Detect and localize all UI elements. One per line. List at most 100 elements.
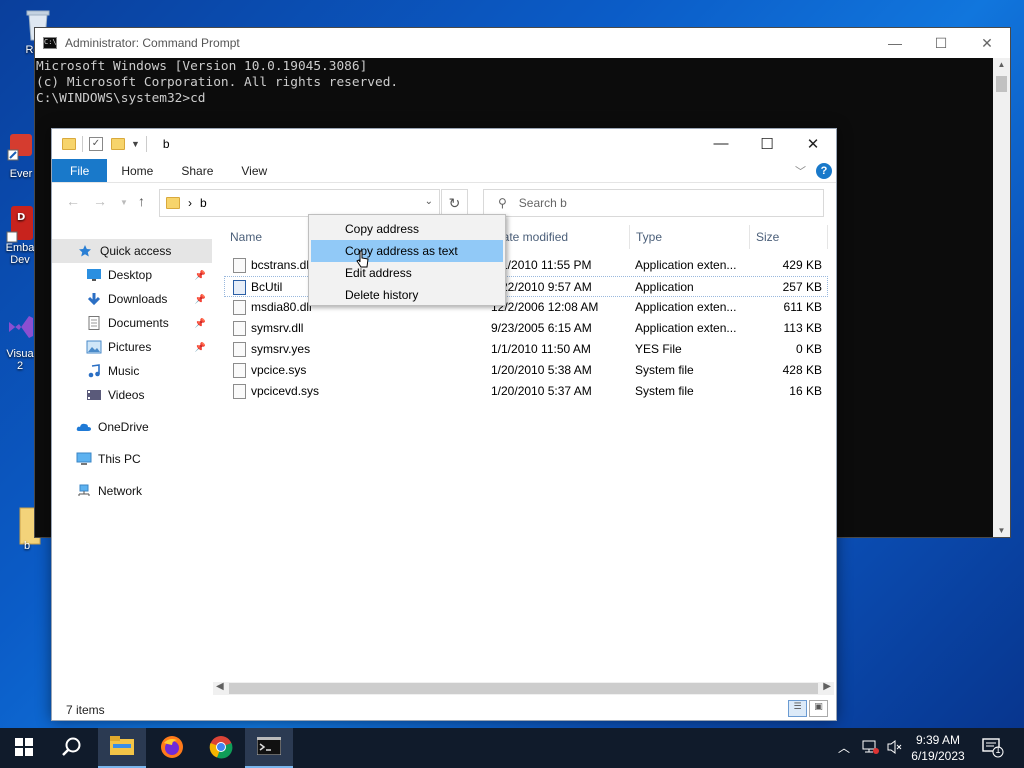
nav-item-downloads[interactable]: Downloads 📌 [52,287,212,311]
column-header-date[interactable]: Date modified [488,225,630,249]
large-icons-view-icon[interactable]: ▣ [809,700,828,717]
nav-item-this-pc[interactable]: This PC [52,447,212,471]
column-header-type[interactable]: Type [630,225,750,249]
column-header-size[interactable]: Size [750,225,828,249]
pin-icon[interactable]: 📌 [195,342,206,353]
scroll-thumb[interactable] [996,76,1007,92]
scroll-up-icon[interactable]: ▲ [993,60,1010,69]
file-name: vpcice.sys [251,363,307,377]
volume-muted-icon[interactable] [886,739,904,768]
nav-item-videos[interactable]: Videos [52,383,212,407]
file-type: System file [635,363,694,377]
close-button[interactable]: ✕ [964,35,1010,52]
tab-file[interactable]: File [52,159,108,182]
cloud-icon [76,420,92,434]
minimize-button[interactable]: — [872,35,918,52]
file-size: 0 KB [795,342,822,356]
desktop-shortcut-2[interactable]: D Emba Dev [2,206,38,266]
details-view-icon[interactable]: ☰ [788,700,807,717]
search-input[interactable]: ⚲ Search b [483,189,824,217]
recent-locations-icon[interactable]: ▼ [120,198,128,207]
notification-badge: 1 [995,745,1001,755]
help-icon[interactable]: ? [816,162,832,179]
dll-file-icon [233,258,246,273]
maximize-button[interactable]: ☐ [918,35,964,52]
refresh-button[interactable]: ↻ [441,189,468,217]
nav-item-music[interactable]: Music [52,359,212,383]
network-status-icon[interactable] [862,739,880,768]
file-row[interactable]: vpcice.sys 1/20/2010 5:38 AM System file… [224,360,828,381]
action-center-button[interactable]: 1 [982,737,1004,768]
cmd-icon [256,736,282,758]
cmd-vertical-scrollbar[interactable]: ▲ ▼ [993,58,1010,537]
file-size: 429 KB [782,258,822,272]
address-context-menu: Copy address Copy address as text Edit a… [308,214,506,306]
tab-home[interactable]: Home [107,159,167,182]
desktop-shortcut-1[interactable]: Ever [4,132,38,180]
properties-icon[interactable]: ✓ [89,137,103,151]
explorer-title-bar[interactable]: ✓ ▼ b — ☐ ✕ [52,129,836,159]
nav-label: Desktop [108,268,153,282]
nav-label: Videos [108,388,145,402]
taskbar-firefox[interactable] [148,728,196,768]
network-icon [76,484,92,498]
search-button[interactable] [48,728,96,768]
file-size: 257 KB [782,280,822,294]
minimize-button[interactable]: — [698,135,744,153]
nav-item-network[interactable]: Network [52,479,212,503]
show-hidden-icons-icon[interactable]: ︿ [838,739,850,768]
file-name: vpcicevd.sys [251,384,320,398]
firefox-icon [160,735,184,762]
forward-icon[interactable]: → [93,193,107,209]
download-icon [86,292,102,306]
tab-share[interactable]: Share [167,159,227,182]
pin-icon[interactable]: 📌 [195,270,206,281]
file-row[interactable]: symsrv.yes 1/1/2010 11:50 AM YES File 0 … [224,339,828,360]
start-button[interactable] [0,728,48,768]
pin-icon[interactable]: 📌 [195,318,206,329]
file-size: 113 KB [783,321,822,335]
cmd-title-bar[interactable]: C:\ Administrator: Command Prompt — ☐ ✕ [35,28,1010,58]
file-name: msdia80.dll [251,300,312,314]
menu-item-edit-address[interactable]: Edit address [311,262,503,284]
nav-item-onedrive[interactable]: OneDrive [52,415,212,439]
horizontal-scrollbar[interactable]: ◀ ▶ [213,681,834,695]
expand-ribbon-icon[interactable]: ﹀ [795,163,806,179]
maximize-button[interactable]: ☐ [744,135,790,153]
new-folder-icon[interactable] [111,138,125,150]
address-chevron[interactable]: › [188,196,192,210]
file-row[interactable]: vpcicevd.sys 1/20/2010 5:37 AM System fi… [224,381,828,402]
pin-icon[interactable]: 📌 [195,294,206,305]
start-icon [15,737,33,759]
video-icon [86,388,102,402]
scroll-left-icon[interactable]: ◀ [216,681,224,692]
nav-item-quick-access[interactable]: Quick access [52,239,212,263]
address-dropdown-icon[interactable]: ⌄ [425,196,433,207]
nav-item-documents[interactable]: Documents 📌 [52,311,212,335]
nav-item-desktop[interactable]: Desktop 📌 [52,263,212,287]
taskbar-command-prompt[interactable] [245,728,293,768]
system-file-icon [233,363,246,378]
clock[interactable]: 9:39 AM 6/19/2023 [906,732,970,764]
desktop-visual-studio[interactable]: Visua 2 [2,312,38,372]
search-icon: ⚲ [498,196,507,210]
menu-item-copy-address[interactable]: Copy address [311,218,503,240]
menu-item-copy-address-as-text[interactable]: Copy address as text [311,240,503,262]
customize-toolbar-icon[interactable]: ▼ [131,139,140,149]
file-type: Application exten... [635,258,737,272]
taskbar-chrome[interactable] [197,728,245,768]
address-bar[interactable]: › b ⌄ [159,189,440,217]
tab-view[interactable]: View [227,159,281,182]
scroll-down-icon[interactable]: ▼ [993,526,1010,535]
menu-item-delete-history[interactable]: Delete history [311,284,503,306]
file-type: Application exten... [635,300,737,314]
scroll-thumb[interactable] [229,683,818,694]
nav-label: Pictures [108,340,152,354]
file-row[interactable]: symsrv.dll 9/23/2005 6:15 AM Application… [224,318,828,339]
scroll-right-icon[interactable]: ▶ [823,681,831,692]
back-icon[interactable]: ← [66,193,80,209]
nav-item-pictures[interactable]: Pictures 📌 [52,335,212,359]
taskbar-file-explorer[interactable] [98,728,146,768]
up-icon[interactable]: ↑ [138,193,145,209]
close-button[interactable]: ✕ [790,135,836,153]
